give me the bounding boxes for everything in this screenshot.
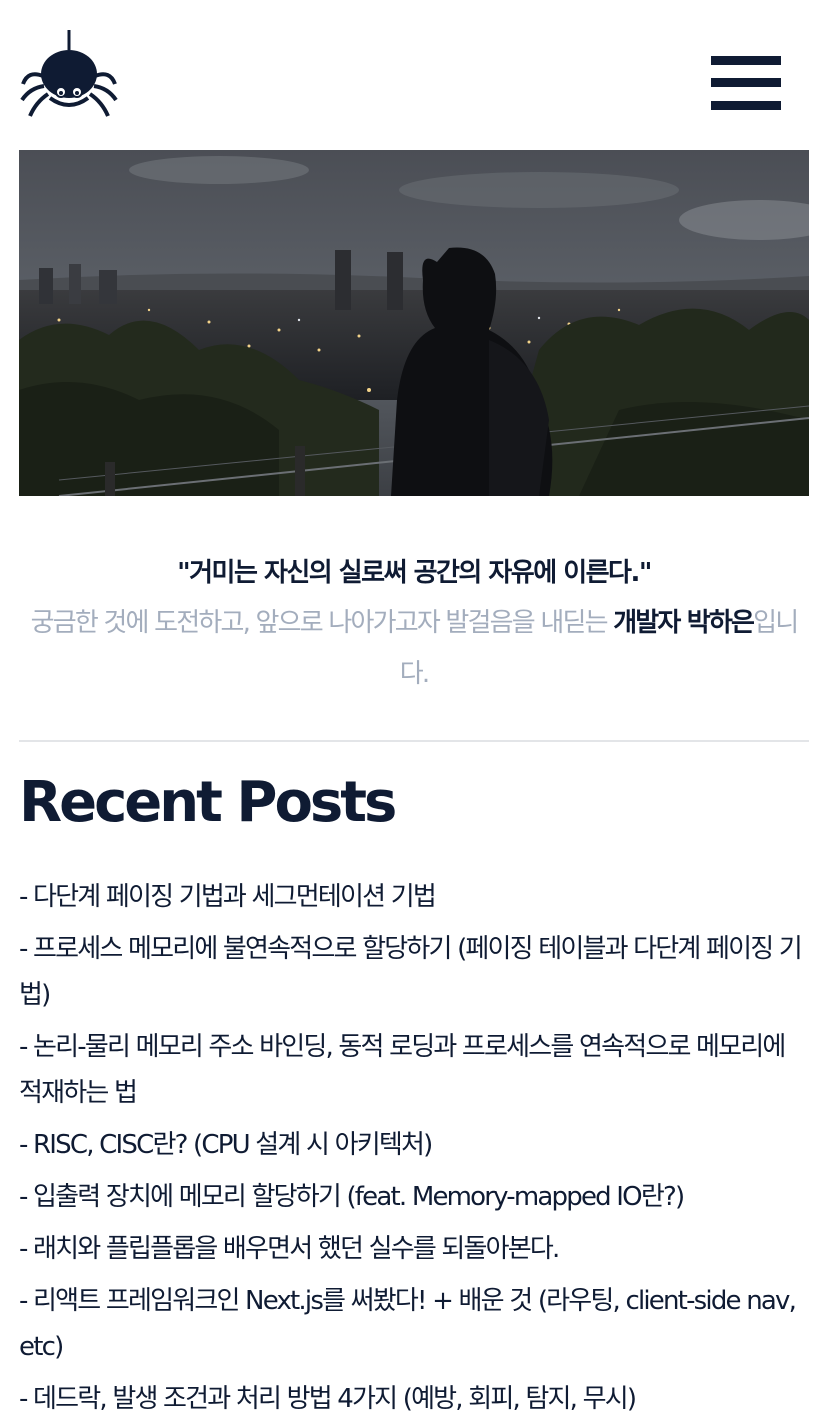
intro-section: "거미는 자신의 실로써 공간의 자유에 이른다." 궁금한 것에 도전하고, … xyxy=(19,548,809,700)
menu-bar xyxy=(711,78,781,87)
post-link[interactable]: - 다단계 페이징 기법과 세그먼테이션 기법 xyxy=(19,874,809,920)
menu-bar xyxy=(711,56,781,65)
post-link[interactable]: - 프로세스 메모리에 불연속적으로 할당하기 (페이징 테이블과 다단계 페이… xyxy=(19,926,809,1018)
spider-logo-icon[interactable] xyxy=(20,28,118,126)
post-link[interactable]: - 입출력 장치에 메모리 할당하기 (feat. Memory-mapped … xyxy=(19,1174,809,1220)
section-divider xyxy=(19,740,809,742)
post-link[interactable]: - 논리-물리 메모리 주소 바인딩, 동적 로딩과 프로세스를 연속적으로 메… xyxy=(19,1024,809,1116)
intro-desc-prefix: 궁금한 것에 도전하고, 앞으로 나아가고자 발걸음을 내딛는 xyxy=(30,608,614,638)
post-link[interactable]: - 래치와 플립플롭을 배우면서 했던 실수를 되돌아본다. xyxy=(19,1226,809,1272)
intro-quote: "거미는 자신의 실로써 공간의 자유에 이른다." xyxy=(177,558,652,588)
hamburger-menu-icon[interactable] xyxy=(711,56,781,110)
menu-bar xyxy=(711,101,781,110)
post-link[interactable]: - 리액트 프레임워크인 Next.js를 써봤다! + 배운 것 (라우팅, … xyxy=(19,1278,809,1370)
hero-image xyxy=(19,150,809,496)
intro-description: 궁금한 것에 도전하고, 앞으로 나아가고자 발걸음을 내딛는 개발자 박하은입… xyxy=(19,598,809,700)
site-header xyxy=(0,0,827,150)
intro-desc-highlight: 개발자 박하은 xyxy=(613,608,755,638)
recent-posts-list: - 다단계 페이징 기법과 세그먼테이션 기법 - 프로세스 메모리에 불연속적… xyxy=(19,874,809,1428)
post-link[interactable]: - 데드락, 발생 조건과 처리 방법 4가지 (예방, 회피, 탐지, 무시) xyxy=(19,1376,809,1422)
post-link[interactable]: - RISC, CISC란? (CPU 설계 시 아키텍처) xyxy=(19,1122,809,1168)
recent-posts-title: Recent Posts xyxy=(19,770,397,835)
